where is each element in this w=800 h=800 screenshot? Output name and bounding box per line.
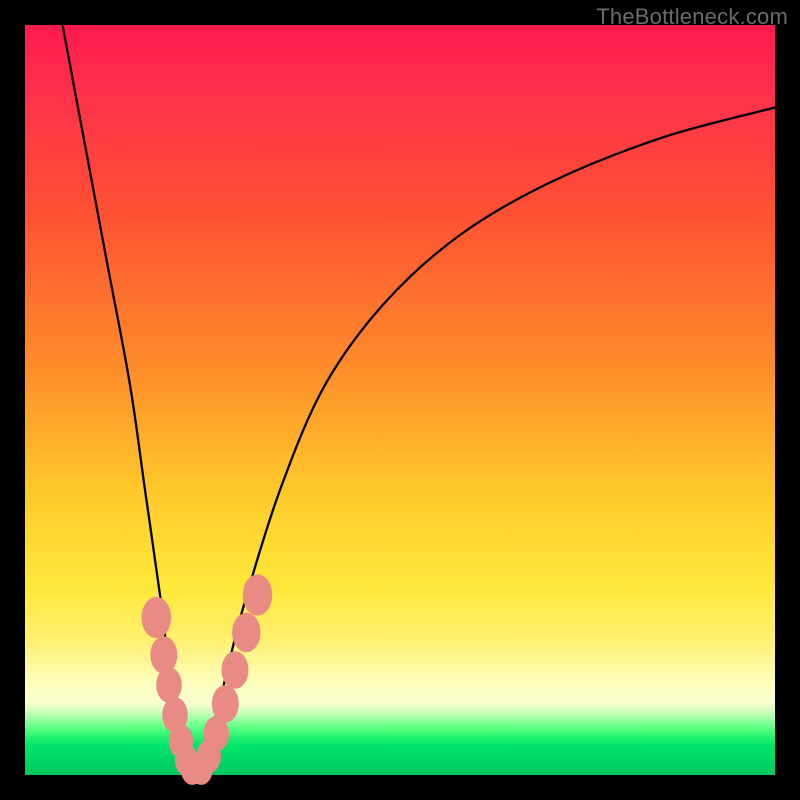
bead-marker	[150, 636, 177, 674]
chart-svg	[25, 25, 775, 775]
bead-cluster	[142, 574, 273, 784]
bead-marker	[222, 651, 249, 689]
bead-marker	[212, 685, 239, 723]
bead-marker	[156, 667, 182, 703]
bead-marker	[142, 597, 172, 638]
outer-frame: TheBottleneck.com	[0, 0, 800, 800]
watermark-text: TheBottleneck.com	[596, 4, 788, 30]
bead-marker	[232, 613, 260, 652]
bead-marker	[243, 574, 273, 615]
